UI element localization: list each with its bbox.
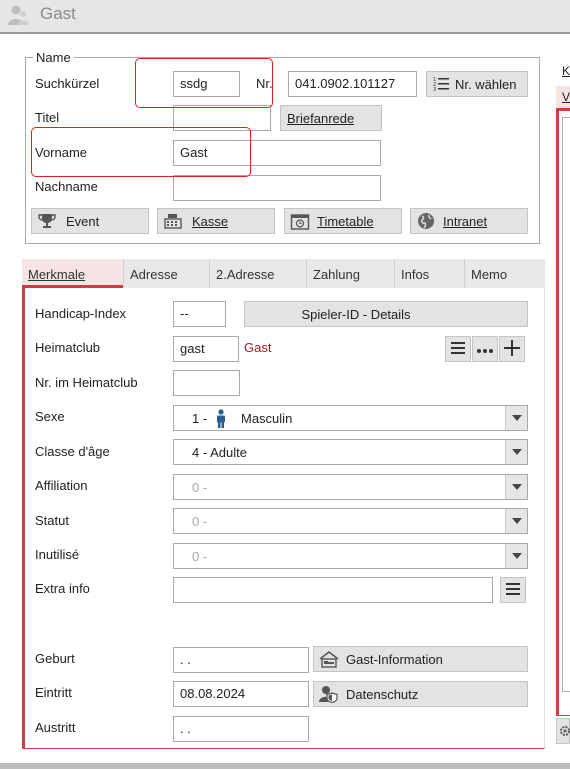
right-side-panel: K V	[556, 50, 570, 750]
tab-infos[interactable]: Infos	[394, 259, 464, 288]
extra-info-list-button[interactable]	[500, 577, 526, 603]
tab-adresse[interactable]: Adresse	[123, 259, 209, 288]
cash-register-icon	[158, 213, 188, 229]
right-panel-settings-button[interactable]	[556, 718, 570, 744]
sexe-select[interactable]: 1 - Masculin	[173, 405, 528, 431]
statut-select[interactable]: 0 -	[173, 508, 528, 534]
intranet-label: Intranet	[443, 213, 488, 229]
highlight-vorname	[31, 127, 251, 177]
briefanrede-button[interactable]: Briefanrede	[280, 105, 382, 131]
austritt-input[interactable]: . .	[173, 716, 309, 742]
right-tab-k[interactable]: K	[562, 64, 570, 78]
geburt-input[interactable]: . .	[173, 647, 309, 673]
plus-icon	[503, 339, 521, 360]
list-icon	[505, 582, 521, 599]
right-panel-frame	[556, 110, 570, 716]
tab-2-adresse[interactable]: 2.Adresse	[209, 259, 306, 288]
sexe-value-text: Masculin	[241, 411, 293, 426]
suchkuerzel-label: Suchkürzel	[35, 76, 100, 91]
chevron-down-icon	[505, 475, 527, 499]
kasse-label: Kasse	[192, 213, 229, 229]
right-tab-v[interactable]: V	[556, 86, 570, 110]
extra-info-input[interactable]	[173, 577, 493, 603]
list-icon	[450, 341, 466, 358]
chevron-down-icon	[505, 509, 527, 533]
nr-waehlen-label: Nr. wählen	[455, 76, 517, 92]
tab-memo[interactable]: Memo	[464, 259, 545, 288]
classe-label: Classe d'âge	[35, 444, 110, 459]
chevron-down-icon	[505, 406, 527, 430]
guest-person-icon	[5, 3, 31, 30]
gast-information-button[interactable]: Gast-Information	[313, 646, 528, 672]
intranet-button[interactable]: Intranet	[410, 208, 528, 234]
chevron-down-icon	[505, 544, 527, 568]
gear-icon	[559, 725, 570, 740]
male-person-icon	[215, 409, 227, 432]
geburt-label: Geburt	[35, 651, 75, 666]
eintritt-input[interactable]: 08.08.2024	[173, 681, 309, 707]
heimatclub-add-button[interactable]	[499, 336, 525, 362]
spieler-id-details-label: Spieler-ID - Details	[301, 306, 411, 322]
kasse-button[interactable]: Kasse	[157, 208, 275, 234]
handicap-input[interactable]: --	[173, 301, 226, 327]
eintritt-label: Eintritt	[35, 685, 72, 700]
tab-zahlung[interactable]: Zahlung	[306, 259, 394, 288]
event-button[interactable]: Event	[31, 208, 149, 234]
briefanrede-label: Briefanrede	[287, 110, 355, 126]
austritt-label: Austritt	[35, 720, 76, 735]
user-shield-icon	[314, 685, 344, 703]
classe-value: 4 - Adulte	[192, 445, 247, 460]
tab-merkmale[interactable]: Merkmale	[22, 259, 123, 288]
numbered-list-icon: 1 2 3	[427, 75, 455, 93]
heimatclub-name: Gast	[244, 340, 272, 355]
spieler-id-details-button[interactable]: Spieler-ID - Details	[244, 301, 528, 327]
svg-text:3: 3	[433, 87, 436, 93]
inutilise-value: 0 -	[192, 549, 208, 564]
nachname-input[interactable]	[173, 175, 381, 201]
bottom-border	[0, 763, 570, 769]
handicap-label: Handicap-Index	[35, 306, 127, 321]
trophy-icon	[32, 213, 62, 229]
affiliation-select[interactable]: 0 -	[173, 474, 528, 500]
window-title: Gast	[40, 4, 76, 23]
extra-info-label: Extra info	[35, 581, 90, 596]
titel-label: Titel	[35, 110, 60, 125]
heimatclub-list-button[interactable]	[445, 336, 471, 362]
highlight-suchkuerzel	[135, 58, 273, 108]
statut-value: 0 -	[192, 514, 208, 529]
tab-bar: Merkmale Adresse 2.Adresse Zahlung Infos…	[22, 259, 545, 288]
sexe-label: Sexe	[35, 409, 65, 424]
event-label: Event	[66, 213, 100, 229]
timetable-label: Timetable	[317, 213, 374, 229]
inutilise-select[interactable]: 0 -	[173, 543, 528, 569]
classe-select[interactable]: 4 - Adulte	[173, 439, 528, 465]
chevron-down-icon	[505, 440, 527, 464]
gast-information-label: Gast-Information	[346, 651, 443, 667]
inutilise-label: Inutilisé	[35, 547, 80, 562]
heimatclub-input[interactable]: gast	[173, 336, 239, 362]
name-group-legend: Name	[33, 50, 74, 65]
title-bar: Gast	[0, 0, 570, 34]
globe-icon	[411, 212, 441, 230]
more-dots-icon	[476, 342, 494, 357]
affiliation-value: 0 -	[192, 480, 208, 495]
nachname-label: Nachname	[35, 179, 98, 194]
heimatclub-more-button[interactable]	[472, 336, 498, 362]
heimatclub-label: Heimatclub	[35, 340, 101, 355]
nr-waehlen-button[interactable]: 1 2 3 Nr. wählen	[426, 71, 528, 97]
datenschutz-label: Datenschutz	[346, 686, 419, 702]
statut-label: Statut	[35, 513, 69, 528]
sexe-value-num: 1 -	[192, 411, 208, 426]
datenschutz-button[interactable]: Datenschutz	[313, 681, 528, 707]
right-panel-list[interactable]	[562, 117, 570, 692]
nr-heimatclub-input[interactable]	[173, 370, 240, 396]
nr-heimatclub-label: Nr. im Heimatclub	[35, 375, 138, 390]
timetable-button[interactable]: Timetable	[284, 208, 402, 234]
nr-input[interactable]: 041.0902.101127	[288, 71, 417, 97]
affiliation-label: Affiliation	[35, 478, 88, 493]
calendar-clock-icon	[285, 212, 315, 230]
bed-icon	[314, 650, 344, 668]
